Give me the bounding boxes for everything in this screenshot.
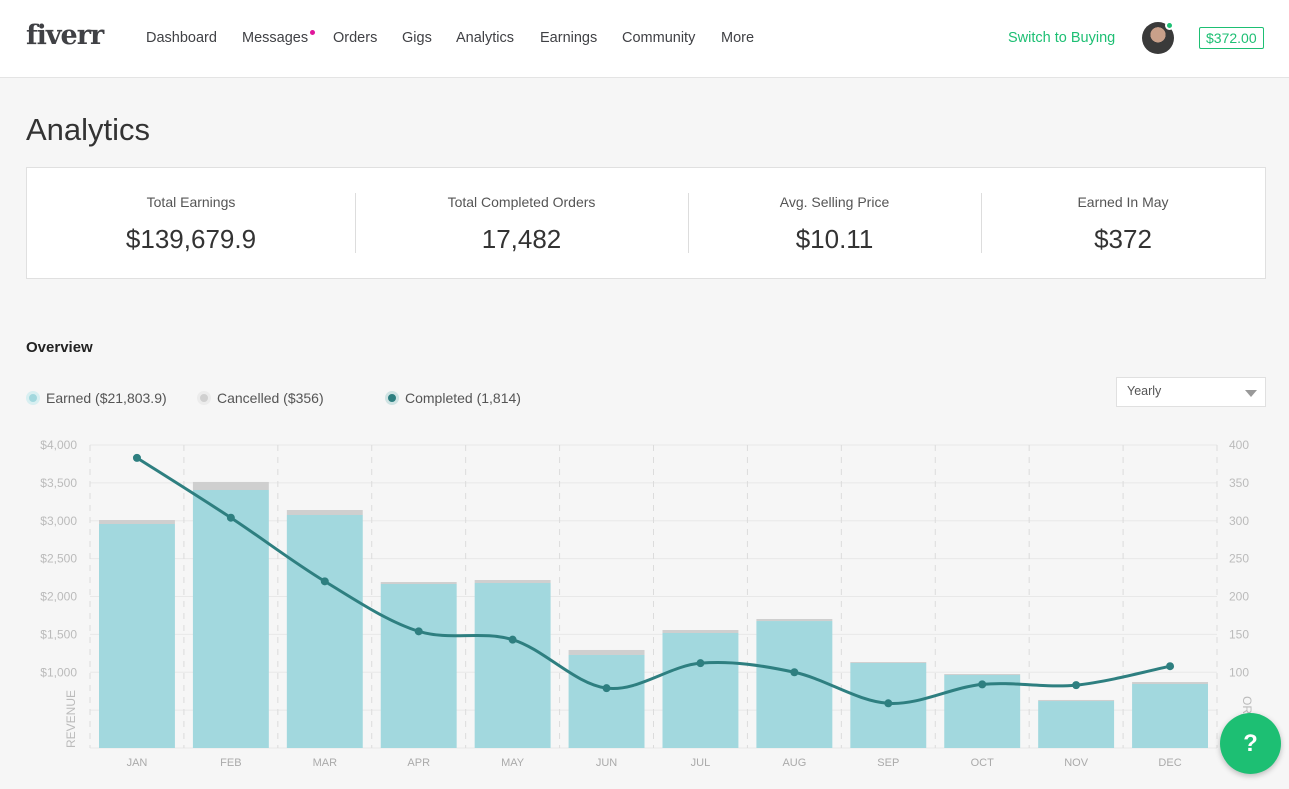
bar-cancelled [474,579,551,584]
bar-earned [1038,701,1115,748]
bar-earned [474,583,551,748]
completed-point [1072,681,1081,690]
bar-earned [1132,683,1208,748]
bar-cancelled [99,519,175,525]
left-axis-tick: $4,000 [40,438,77,452]
bar-cancelled [850,662,927,664]
bar-cancelled [756,618,833,622]
completed-point [1166,662,1175,671]
bar-earned [568,654,645,748]
completed-point [884,699,893,708]
bar-earned [192,489,269,748]
bar-earned [286,514,363,748]
right-axis-tick: 250 [1229,552,1249,566]
right-axis-tick: 400 [1229,438,1249,452]
left-axis-tick: $1,000 [40,665,77,679]
x-axis-tick: DEC [1158,757,1181,769]
bar-cancelled [568,649,645,655]
x-axis-tick: APR [407,757,430,769]
completed-point [508,635,517,644]
bar-cancelled [192,481,269,490]
bar-cancelled [1132,682,1208,684]
bar-earned [380,584,457,748]
x-axis-tick: JUN [596,757,617,769]
left-axis-tick: $3,500 [40,476,77,490]
completed-point [790,668,799,677]
x-axis-tick: OCT [971,757,995,769]
bar-cancelled [662,629,739,634]
right-axis-tick: 100 [1229,665,1249,679]
completed-point [602,684,611,693]
bar-cancelled [380,582,457,585]
left-axis-tick: $2,500 [40,552,77,566]
right-axis-tick: 350 [1229,476,1249,490]
completed-point [696,659,705,668]
completed-point [132,453,141,462]
x-axis-tick: AUG [782,757,806,769]
left-axis-tick: $3,000 [40,514,77,528]
x-axis-tick: NOV [1064,757,1089,769]
completed-point [414,627,423,636]
left-axis-label: REVENUE [64,690,78,748]
bar-earned [756,621,833,748]
x-axis-tick: SEP [877,757,899,769]
bar-earned [99,524,175,748]
bar-cancelled [286,509,363,515]
bar-cancelled [1038,699,1115,702]
right-axis-tick: 150 [1229,627,1249,641]
completed-point [226,513,235,522]
x-axis-tick: JUL [691,757,711,769]
bar-earned [662,633,739,748]
x-axis-tick: MAR [313,757,338,769]
overview-chart: $4,000 $3,500 $3,000 $2,500 $2,000 $1,500 $1,0… [40,438,1254,769]
completed-point [978,680,987,689]
x-axis-tick: FEB [220,757,241,769]
help-button[interactable]: ? [1220,713,1281,774]
right-axis-tick: 200 [1229,590,1249,604]
x-axis-tick: JAN [127,757,148,769]
completed-point [320,577,329,586]
right-axis-tick: 300 [1229,514,1249,528]
bar-cancelled [944,673,1021,675]
left-axis-tick: $2,000 [40,590,77,604]
left-axis-tick: $1,500 [40,627,77,641]
x-axis-tick: MAY [501,757,525,769]
